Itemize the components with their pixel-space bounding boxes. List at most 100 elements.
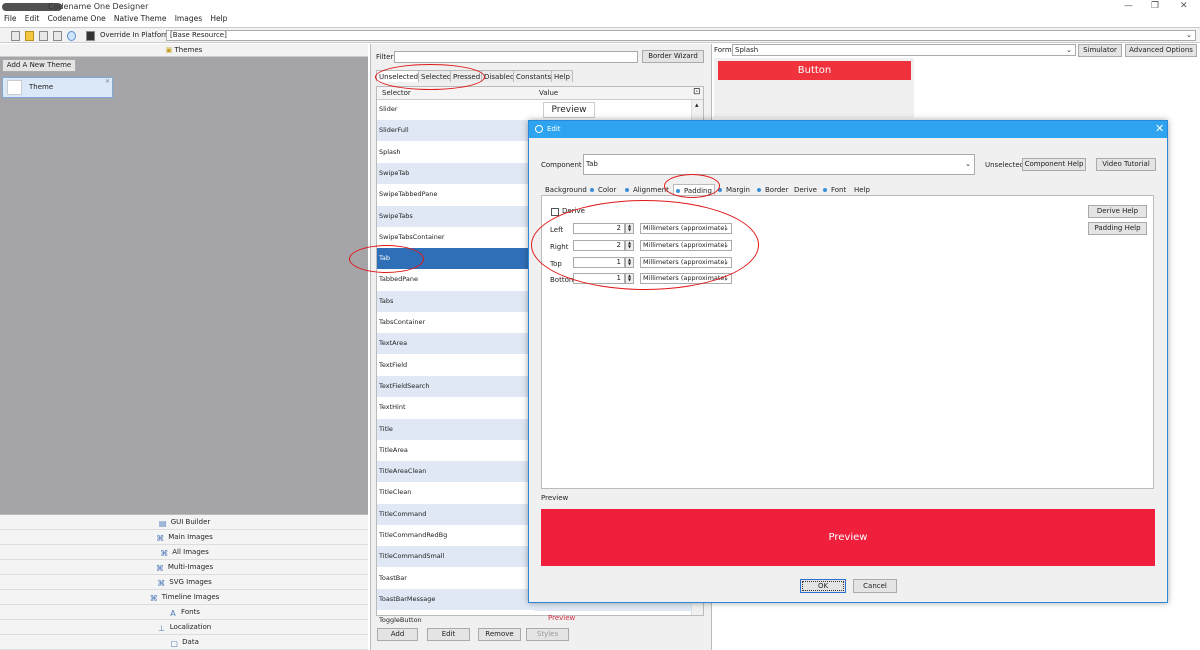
scroll-up-icon[interactable]: ▴ [695, 101, 699, 109]
nav-item-data[interactable]: ▢ Data [0, 635, 368, 650]
tab-help[interactable]: Help [551, 70, 573, 82]
table-row[interactable]: TitleClean [377, 482, 535, 503]
table-row[interactable]: SwipeTabsContainer [377, 227, 535, 248]
platform-value: [Base Resource] [170, 31, 227, 39]
remove-style-button[interactable]: Remove [478, 628, 521, 641]
table-row[interactable]: TitleArea [377, 440, 535, 461]
table-row[interactable]: SwipeTab [377, 162, 535, 184]
close-icon[interactable]: ✕ [1180, 1, 1188, 11]
theme-close-icon[interactable]: ✕ [105, 78, 110, 85]
nav-item-timeline-images[interactable]: ⌘ Timeline Images [0, 590, 368, 605]
menu-native-theme[interactable]: Native Theme [114, 14, 167, 23]
table-row[interactable]: SwipeTabbedPane [377, 184, 535, 205]
table-row[interactable]: TitleCommandRedBg [377, 525, 535, 546]
theme-item[interactable]: Theme ✕ [2, 77, 113, 98]
simulator-button[interactable]: Simulator [1078, 44, 1122, 57]
styles-button[interactable]: Styles [526, 628, 569, 641]
table-row[interactable]: Tabs [377, 290, 535, 312]
images-icon: ⌘ [156, 534, 165, 543]
resource-nav: ▤ GUI Builder ⌘ Main Images ⌘ All Images ⌘ M… [0, 514, 368, 650]
tab-label: Color [598, 186, 617, 194]
nav-item-multi-images[interactable]: ⌘ Multi-Images [0, 560, 368, 575]
close-icon[interactable]: ✕ [1155, 122, 1164, 135]
border-wizard-button[interactable]: Border Wizard [642, 50, 704, 63]
table-row[interactable]: TitleCommandSmall [377, 546, 535, 568]
menu-edit[interactable]: Edit [25, 14, 40, 23]
pin-icon: ⊥ [158, 624, 166, 633]
nav-item-localization[interactable]: ⊥ Localization [0, 620, 368, 635]
cancel-button[interactable]: Cancel [853, 579, 897, 593]
ok-button[interactable]: OK [800, 579, 846, 593]
table-row[interactable]: Slider [377, 99, 535, 120]
dot-icon [823, 187, 827, 192]
table-row[interactable]: ToastBar [377, 568, 535, 589]
font-icon: A [170, 609, 176, 618]
table-row[interactable]: Splash [377, 142, 535, 163]
nav-item-all-images[interactable]: ⌘ All Images [0, 545, 368, 560]
table-row[interactable]: TextField [377, 355, 535, 376]
nav-label: Data [182, 638, 199, 646]
form-preview-button[interactable]: Button [718, 61, 911, 80]
table-row[interactable]: TextArea [377, 333, 535, 355]
filter-input[interactable] [394, 51, 638, 63]
menu-bar: File Edit Codename One Native Theme Imag… [0, 14, 1200, 27]
menu-codename-one[interactable]: Codename One [48, 14, 106, 23]
form-select[interactable]: Splash ⌄ [732, 44, 1076, 56]
validate-icon[interactable] [67, 31, 76, 41]
app-logo-icon [535, 125, 543, 133]
edit-icon[interactable] [53, 31, 62, 41]
chevron-down-icon: ⌄ [1066, 46, 1072, 54]
column-selector[interactable]: Selector [382, 89, 411, 97]
platform-label: Override In Platform: [100, 31, 174, 39]
table-row[interactable]: TabbedPane [377, 269, 535, 290]
dialog-title: Edit [547, 125, 561, 133]
nav-label: Main Images [168, 533, 213, 541]
images-icon: ⌘ [157, 579, 166, 588]
table-row[interactable]: SliderFull [377, 120, 535, 142]
video-tutorial-button[interactable]: Video Tutorial [1096, 158, 1156, 171]
nav-label: Multi-Images [167, 563, 214, 571]
gui-builder-icon: ▤ [158, 519, 167, 528]
table-row[interactable]: TextFieldSearch [377, 375, 535, 397]
tab-label: Derive [794, 186, 817, 194]
open-folder-icon[interactable] [25, 31, 34, 41]
padding-help-button[interactable]: Padding Help [1088, 222, 1147, 235]
platform-select[interactable]: [Base Resource] ⌄ [166, 30, 1196, 41]
nav-item-main-images[interactable]: ⌘ Main Images [0, 530, 368, 545]
table-row[interactable]: SwipeTabs [377, 205, 535, 227]
nav-label: SVG Images [169, 578, 212, 586]
component-help-button[interactable]: Component Help [1022, 158, 1086, 171]
themes-icon: ▣ [165, 46, 173, 54]
table-row[interactable]: TitleAreaClean [377, 461, 535, 483]
component-select[interactable]: Tab ⌄ [583, 154, 975, 175]
nav-item-gui-builder[interactable]: ▤ GUI Builder [0, 515, 368, 530]
window-title: Codename One Designer [48, 2, 149, 11]
nav-label: GUI Builder [170, 518, 211, 526]
new-file-icon[interactable] [39, 31, 48, 41]
table-row[interactable]: ToastBarMessage [377, 588, 535, 610]
form-label: Form: [714, 46, 734, 54]
edit-style-button[interactable]: Edit [427, 628, 470, 641]
column-picker-icon[interactable]: ⊡ [693, 87, 701, 97]
add-theme-button[interactable]: Add A New Theme [2, 59, 76, 72]
table-row[interactable]: Title [377, 418, 535, 440]
minimize-icon[interactable]: — [1124, 1, 1133, 11]
table-row[interactable]: TextHint [377, 397, 535, 418]
nav-item-svg-images[interactable]: ⌘ SVG Images [0, 575, 368, 590]
tab-constants[interactable]: Constants [513, 70, 555, 82]
table-row[interactable]: TabsContainer [377, 312, 535, 333]
table-row[interactable]: TitleCommand [377, 503, 535, 525]
dialog-title-bar: Edit ✕ [529, 121, 1167, 138]
theme-item-label: Theme [29, 83, 54, 91]
menu-help[interactable]: Help [210, 14, 227, 23]
save-icon[interactable] [11, 31, 20, 41]
advanced-options-button[interactable]: Advanced Options [1125, 44, 1197, 57]
restore-icon[interactable]: ❐ [1151, 1, 1159, 11]
tab-disabled[interactable]: Disabled [481, 70, 518, 82]
column-value[interactable]: Value [539, 89, 558, 97]
menu-file[interactable]: File [4, 14, 17, 23]
add-style-button[interactable]: Add [377, 628, 418, 641]
nav-item-fonts[interactable]: A Fonts [0, 605, 368, 620]
derive-help-button[interactable]: Derive Help [1088, 205, 1147, 218]
menu-images[interactable]: Images [175, 14, 202, 23]
